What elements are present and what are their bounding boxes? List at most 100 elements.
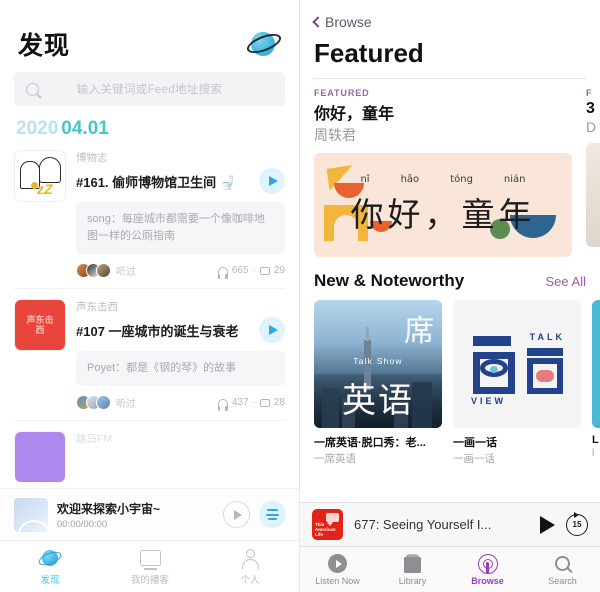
- artwork-talk-text: TALK: [529, 332, 565, 342]
- tab-profile[interactable]: 个人: [200, 547, 299, 586]
- featured-carousel[interactable]: FEATURED 你好，童年 周轶君 nǐ hǎo tóng nián 你好，童…: [300, 79, 600, 257]
- skip-seconds-label: 15: [572, 520, 582, 529]
- hand-shape-right: [39, 157, 61, 183]
- back-button[interactable]: Browse: [300, 0, 600, 30]
- featured-card[interactable]: FEATURED 你好，童年 周轶君 nǐ hǎo tóng nián 你好，童…: [314, 88, 572, 257]
- tab-discover[interactable]: 发现: [0, 547, 100, 586]
- podcast-artwork: 席 Talk Show 英语: [314, 300, 442, 428]
- date-year: 2020: [16, 118, 59, 139]
- episode-meta: 听过 665 · 29: [76, 263, 285, 282]
- tab-listen-now[interactable]: Listen Now: [300, 553, 375, 586]
- play-button[interactable]: [540, 515, 555, 534]
- tab-label: Listen Now: [315, 576, 360, 586]
- podcast-card[interactable]: TALK VIEW 一画一话 一画一话: [453, 300, 581, 466]
- tab-label: Library: [398, 576, 427, 586]
- queue-line: [266, 513, 279, 516]
- queue-line: [267, 509, 278, 511]
- play-count: 437: [231, 397, 249, 408]
- featured-kicker: FEATURED: [314, 88, 370, 98]
- bottom-tab-bar: Listen Now Library Browse Search: [300, 546, 600, 592]
- episode-artwork: [14, 431, 66, 483]
- play-button[interactable]: [259, 168, 285, 194]
- episode-note: Poyet：都是《钢的琴》的故事: [76, 351, 285, 386]
- artwork-zz-text: zZ: [37, 181, 53, 197]
- podcast-card[interactable]: 席 Talk Show 英语 一席英语·脱口秀：老... 一席英语: [314, 300, 442, 466]
- tab-library[interactable]: Library: [375, 553, 450, 586]
- library-glyph: [404, 554, 421, 573]
- comment-count: 28: [273, 397, 285, 408]
- search-glyph: [555, 556, 570, 571]
- featured-author: 周轶君: [314, 127, 356, 143]
- podcast-artwork: [592, 300, 600, 428]
- date-heading: 2020 04.01: [0, 106, 299, 146]
- logo-bar: [527, 348, 563, 356]
- avatar: [96, 263, 111, 278]
- artwork-pinyin: nǐ hǎo tóng nián: [314, 174, 572, 185]
- logo-bar: [473, 336, 511, 346]
- library-box: [404, 557, 421, 573]
- episode-title-row: #161. 偷师博物馆卫生间 🚽: [76, 168, 285, 194]
- artwork-hanzi: 你好，童年: [350, 195, 536, 234]
- list-item[interactable]: 声东击西 声东击西 #107 一座城市的诞生与衰老 Poyet：都是《钢的琴》的…: [0, 289, 299, 414]
- queue-list-icon[interactable]: [259, 501, 286, 528]
- see-all-link[interactable]: See All: [546, 274, 586, 289]
- play-icon: [269, 176, 278, 186]
- player-title: 欢迎来探索小宇宙~: [57, 501, 161, 516]
- browse-radio-icon: [450, 553, 525, 574]
- list-item[interactable]: 跳岛FM: [0, 421, 299, 483]
- tab-search[interactable]: Search: [525, 553, 600, 586]
- back-label: Browse: [325, 14, 372, 30]
- tab-browse[interactable]: Browse: [450, 553, 525, 586]
- show-name: 声东击西: [76, 301, 118, 313]
- featured-artwork: nǐ hǎo tóng nián 你好，童年: [314, 153, 572, 257]
- episode-content: 跳岛FM: [76, 431, 285, 483]
- artwork-main-text: 英语: [342, 381, 414, 421]
- search-icon: [26, 82, 39, 96]
- mini-player[interactable]: 欢迎来探索小宇宙~ 00:00/00:00: [0, 488, 299, 540]
- planet-icon: [0, 547, 100, 569]
- avatar-stack: [76, 395, 111, 410]
- new-noteworthy-carousel[interactable]: 席 Talk Show 英语 一席英语·脱口秀：老... 一席英语 TALK V…: [300, 291, 600, 466]
- episode-content: 声东击西 #107 一座城市的诞生与衰老 Poyet：都是《钢的琴》的故事 听过: [76, 299, 285, 414]
- featured-card-partial[interactable]: F 3 D: [586, 88, 600, 257]
- search-placeholder: 输入关键词或Feed地址搜索: [76, 84, 223, 96]
- podcast-name: 一席英语·脱口秀：老...: [314, 437, 426, 449]
- play-triangle: [335, 559, 342, 568]
- pinyin-syllable: tóng: [450, 174, 473, 185]
- logo-eye-center: [490, 366, 498, 373]
- xiaoyuzhou-discover-screen: 发现 输入关键词或Feed地址搜索 2020 04.01 zZ 博物志 #161…: [0, 0, 300, 592]
- list-item[interactable]: zZ 博物志 #161. 偷师博物馆卫生间 🚽 song：每座城市都需要一个像咖…: [0, 146, 299, 282]
- episode-artwork: zZ: [14, 150, 66, 202]
- library-icon: [375, 553, 450, 574]
- play-button[interactable]: [259, 317, 285, 343]
- podcast-card-partial[interactable]: L l: [592, 300, 600, 466]
- comment-icon: [259, 266, 270, 275]
- skip-forward-15-icon[interactable]: 15: [566, 511, 588, 536]
- tab-label: Search: [548, 576, 577, 586]
- featured-author: D: [586, 119, 597, 135]
- left-header: 发现: [0, 0, 299, 68]
- artwork-text: 声东击西: [26, 315, 54, 335]
- featured-name: 你好，童年: [314, 106, 395, 123]
- play-count: 665: [231, 265, 249, 276]
- show-name: 博物志: [76, 152, 108, 164]
- person-body: [242, 558, 259, 569]
- apple-podcasts-featured-screen: Browse Featured FEATURED 你好，童年 周轶君 nǐ hǎ…: [300, 0, 600, 592]
- player-artwork: [14, 497, 48, 532]
- speech-bubble-icon: [326, 513, 339, 522]
- mini-player[interactable]: This American Life 677: Seeing Yourself …: [300, 502, 600, 546]
- podcast-artwork: TALK VIEW: [453, 300, 581, 428]
- tab-my-podcasts[interactable]: 我的播客: [100, 547, 200, 586]
- person-head: [246, 548, 255, 558]
- episode-title-row: #107 一座城市的诞生与衰老: [76, 317, 285, 343]
- search-input[interactable]: 输入关键词或Feed地址搜索: [14, 72, 285, 106]
- section-title: New & Noteworthy: [314, 271, 465, 290]
- podcast-subtitle: l: [592, 447, 595, 459]
- heard-label: 听过: [116, 399, 136, 410]
- tv-glyph: [139, 550, 161, 570]
- planet-icon[interactable]: [244, 27, 284, 61]
- player-artwork: This American Life: [312, 509, 343, 540]
- player-play-button[interactable]: [223, 501, 250, 528]
- player-title: 677: Seeing Yourself I...: [354, 517, 492, 532]
- browse-glyph: [477, 553, 498, 574]
